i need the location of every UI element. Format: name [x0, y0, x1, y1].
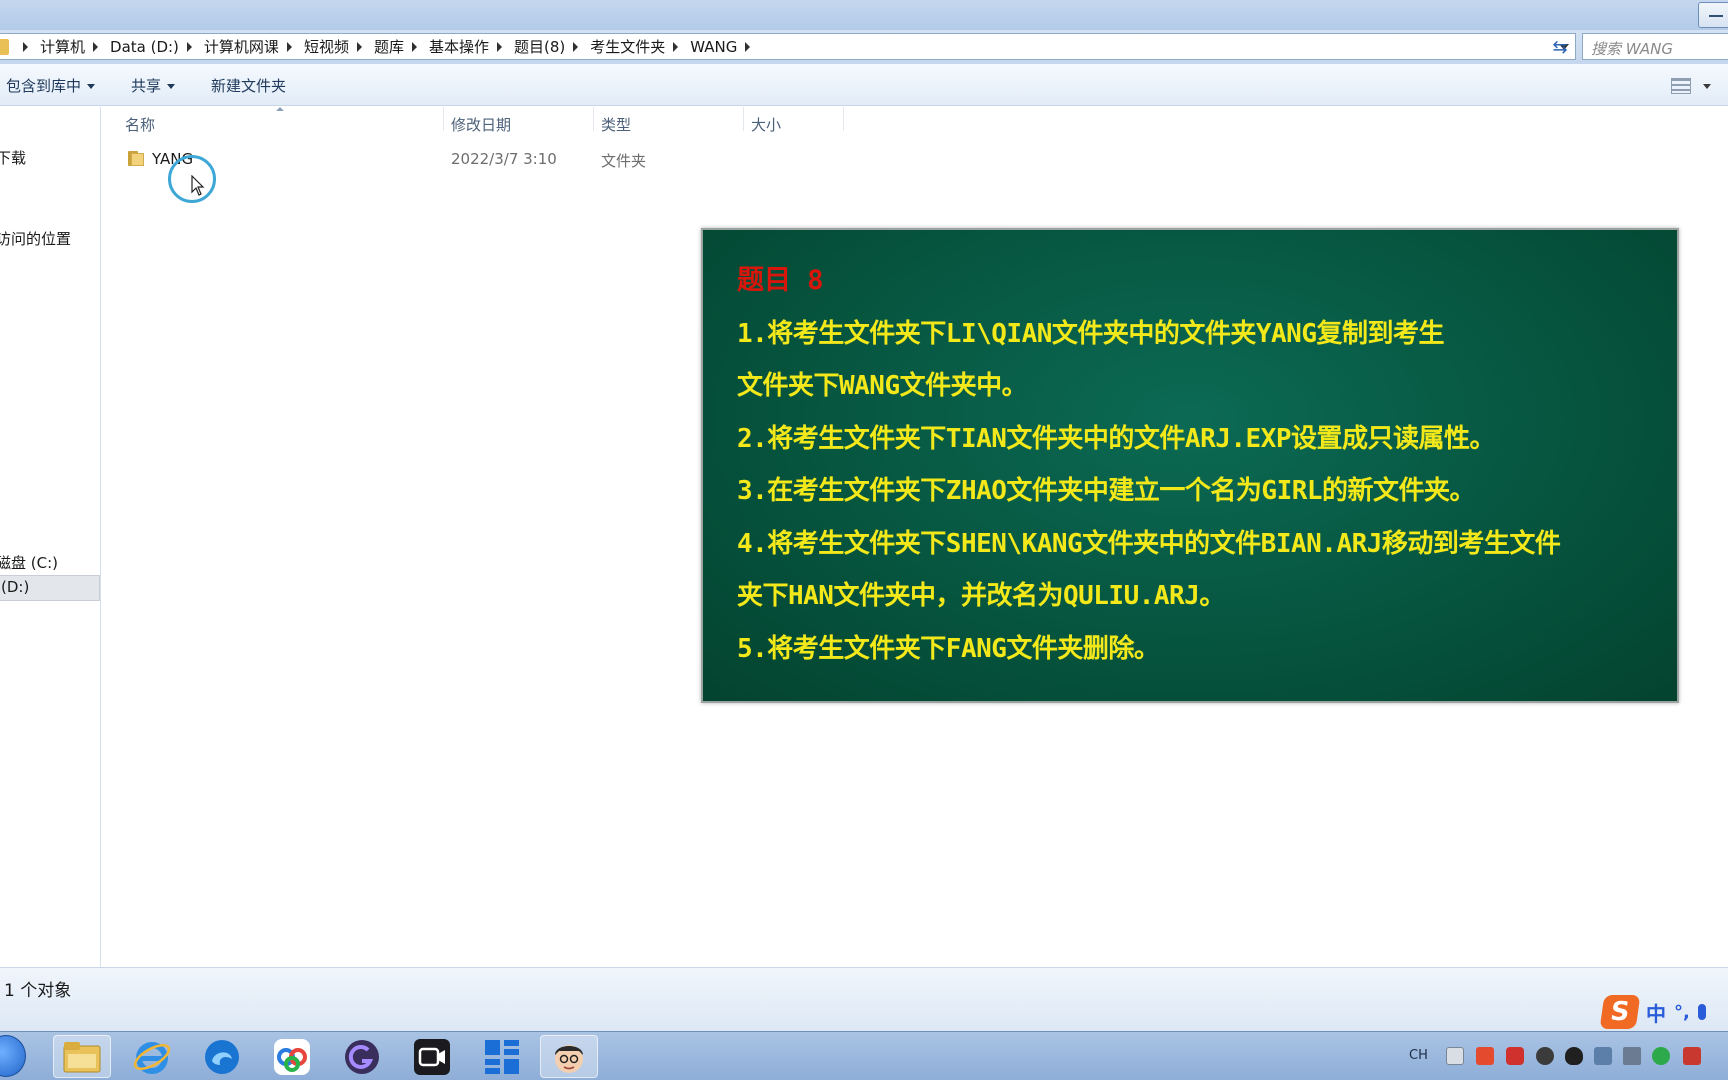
- address-row: 计算机 Data (D:) 计算机网课 短视频 题库 基本操作 题目(8) 考生…: [0, 30, 1728, 64]
- folder-icon: [0, 38, 9, 55]
- chevron-right-icon[interactable]: [356, 41, 362, 52]
- new-folder-button[interactable]: 新建文件夹: [211, 75, 286, 96]
- include-library-button[interactable]: 包含到库中: [6, 75, 96, 96]
- column-divider[interactable]: [593, 107, 594, 131]
- explorer-folder-icon[interactable]: [53, 1035, 111, 1078]
- board-line: 文件夹下WANG文件夹中。: [737, 371, 1028, 401]
- mouse-pointer-icon: [191, 175, 205, 196]
- item-count: 1 个对象: [4, 981, 72, 1001]
- breadcrumb-short-video[interactable]: 短视频: [304, 36, 349, 57]
- task-board: 题目 8 1.将考生文件夹下LI\QIAN文件夹中的文件夹YANG复制到考生 文…: [701, 228, 1679, 703]
- nav-item-downloads[interactable]: 下载: [0, 147, 26, 168]
- chevron-right-icon[interactable]: [411, 41, 417, 52]
- qq-icon[interactable]: [1565, 1047, 1583, 1065]
- chevron-right-icon[interactable]: [573, 41, 579, 52]
- taskbar: CH: [0, 1031, 1728, 1080]
- minimize-button[interactable]: [1698, 2, 1728, 28]
- status-bar: 1 个对象: [0, 967, 1728, 1031]
- internet-explorer-icon[interactable]: [123, 1035, 181, 1078]
- caret-down-icon[interactable]: [1703, 84, 1711, 89]
- volume-icon[interactable]: [1623, 1047, 1641, 1065]
- chevron-right-icon[interactable]: [496, 41, 502, 52]
- board-line: 5.将考生文件夹下FANG文件夹删除。: [737, 634, 1160, 664]
- refresh-icon[interactable]: ⇆: [1546, 34, 1574, 60]
- search-input[interactable]: 搜索 WANG: [1582, 33, 1728, 60]
- chevron-right-icon[interactable]: [673, 41, 679, 52]
- address-bar[interactable]: 计算机 Data (D:) 计算机网课 短视频 题库 基本操作 题目(8) 考生…: [0, 33, 1576, 60]
- wps-icon[interactable]: [1476, 1047, 1494, 1065]
- board-line: 4.将考生文件夹下SHEN\KANG文件夹中的文件BIAN.ARJ移动到考生文件: [737, 529, 1561, 559]
- file-type: 文件夹: [601, 152, 647, 170]
- caret-down-icon: [87, 84, 96, 89]
- window-title-strip: [0, 0, 1728, 30]
- nav-item-recent-places[interactable]: 访问的位置: [0, 228, 71, 249]
- video-camera-icon[interactable]: [403, 1035, 461, 1078]
- breadcrumb-course[interactable]: 计算机网课: [204, 36, 279, 57]
- nav-item-disk-c[interactable]: 磁盘 (C:): [0, 552, 58, 573]
- sogou-ime-icon[interactable]: S: [1599, 995, 1641, 1029]
- chevron-right-icon[interactable]: [23, 41, 28, 52]
- ime-punct-toggle[interactable]: °,: [1674, 1002, 1690, 1023]
- navigation-pane: 下载 访问的位置 磁盘 (C:) (D:): [0, 107, 101, 967]
- include-library-label: 包含到库中: [6, 77, 82, 95]
- column-divider[interactable]: [843, 107, 844, 131]
- breadcrumb-exam-folder[interactable]: 考生文件夹: [590, 36, 665, 57]
- column-header-name[interactable]: 名称: [125, 114, 155, 135]
- start-orb-icon[interactable]: [0, 1035, 26, 1077]
- board-title: 题目 8: [737, 265, 824, 296]
- avatar-app-icon[interactable]: [540, 1035, 598, 1078]
- breadcrumb-wang[interactable]: WANG: [690, 38, 737, 56]
- sort-ascending-icon: [276, 107, 284, 111]
- board-line: 夹下HAN文件夹中，并改名为QULIU.ARJ。: [737, 581, 1225, 611]
- file-row[interactable]: YANG 2022/3/7 3:10 文件夹: [104, 148, 844, 174]
- nav-item-disk-d[interactable]: (D:): [0, 575, 100, 601]
- baidu-netdisk-icon[interactable]: [263, 1035, 321, 1078]
- grid-app-icon[interactable]: [473, 1035, 531, 1078]
- share-button[interactable]: 共享: [131, 75, 176, 96]
- language-indicator[interactable]: CH: [1409, 1048, 1428, 1063]
- chevron-right-icon[interactable]: [286, 41, 292, 52]
- board-line: 3.在考生文件夹下ZHAO文件夹中建立一个名为GIRL的新文件夹。: [737, 476, 1476, 506]
- breadcrumb-question-bank[interactable]: 题库: [374, 36, 404, 57]
- breadcrumb-computer[interactable]: 计算机: [40, 36, 85, 57]
- microphone-icon[interactable]: [1697, 1004, 1706, 1020]
- screen-recorder-icon[interactable]: [333, 1035, 391, 1078]
- board-line: 1.将考生文件夹下LI\QIAN文件夹中的文件夹YANG复制到考生: [737, 319, 1445, 349]
- action-center-flag-icon[interactable]: [1683, 1047, 1701, 1065]
- column-header-type[interactable]: 类型: [601, 114, 631, 135]
- network-speed-icon[interactable]: [1536, 1047, 1554, 1065]
- network-icon[interactable]: [1594, 1047, 1612, 1065]
- chevron-right-icon[interactable]: [93, 41, 99, 52]
- column-header-size[interactable]: 大小: [751, 114, 781, 135]
- ime-toolbar[interactable]: S 中 °,: [1599, 993, 1728, 1031]
- caret-down-icon: [167, 84, 176, 89]
- file-modified-date: 2022/3/7 3:10: [451, 150, 557, 168]
- breadcrumb-basic-ops[interactable]: 基本操作: [429, 36, 489, 57]
- breadcrumb-question-8[interactable]: 题目(8): [514, 36, 565, 57]
- chevron-right-icon[interactable]: [745, 41, 751, 52]
- column-divider[interactable]: [443, 107, 444, 131]
- security-icon[interactable]: [1652, 1047, 1670, 1065]
- ime-mode-toggle[interactable]: 中: [1646, 998, 1666, 1027]
- column-header-modified[interactable]: 修改日期: [451, 114, 511, 135]
- board-line: 2.将考生文件夹下TIAN文件夹中的文件ARJ.EXP设置成只读属性。: [737, 424, 1496, 454]
- command-toolbar: 包含到库中 共享 新建文件夹: [0, 64, 1728, 106]
- share-label: 共享: [131, 77, 162, 95]
- folder-icon: [128, 151, 146, 166]
- chevron-right-icon[interactable]: [186, 41, 192, 52]
- record-icon[interactable]: [1506, 1047, 1524, 1065]
- column-divider[interactable]: [743, 107, 744, 131]
- printer-icon[interactable]: [1446, 1047, 1464, 1065]
- breadcrumb-data-d[interactable]: Data (D:): [110, 38, 179, 56]
- edge-browser-icon[interactable]: [193, 1035, 251, 1078]
- view-options-icon[interactable]: [1671, 78, 1691, 94]
